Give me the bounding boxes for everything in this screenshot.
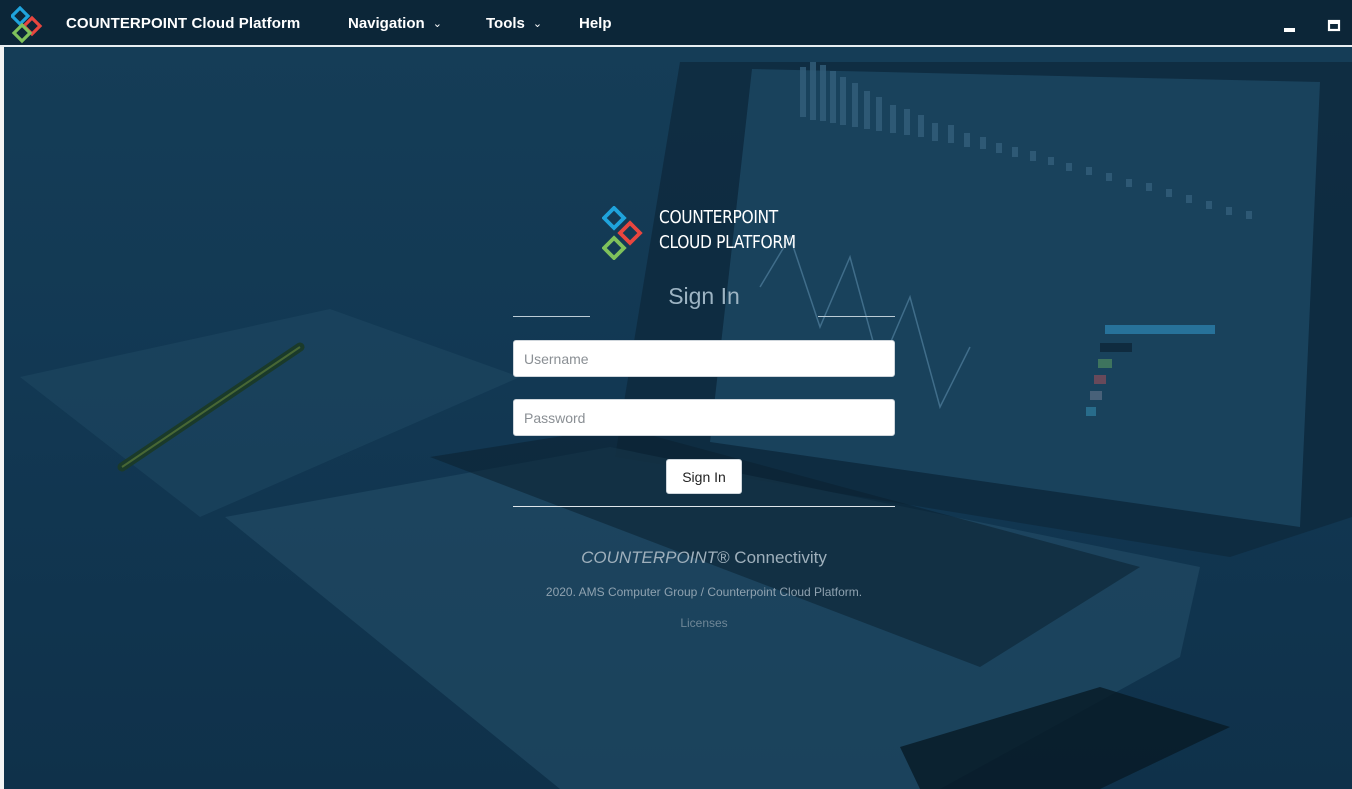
brand-line-1: COUNTERPOINT [659,207,778,228]
connectivity-tagline: COUNTERPOINT® Connectivity [463,548,945,568]
username-input[interactable] [513,340,895,377]
menu-tools[interactable]: Tools ⌄ [486,15,542,32]
brand-line-2: CLOUD PLATFORM [659,232,796,253]
connectivity-brand: COUNTERPOINT [581,548,718,567]
brand-wordmark: COUNTERPOINT CLOUD PLATFORM [659,205,796,255]
minimize-icon[interactable] [1281,16,1299,34]
divider-left [513,316,590,317]
licenses-link[interactable]: Licenses [603,616,805,630]
menu-tools-label: Tools [486,15,525,32]
menu-navigation[interactable]: Navigation ⌄ [348,15,442,32]
chevron-down-icon: ⌄ [432,18,442,30]
menu-help-label: Help [579,15,612,32]
menu-help[interactable]: Help [579,15,612,32]
title-bar: COUNTERPOINT Cloud Platform Navigation ⌄ … [0,0,1352,47]
counterpoint-logo-icon [602,206,643,260]
window-left-edge [0,47,4,789]
app-title: COUNTERPOINT Cloud Platform [66,15,301,32]
app-logo-icon [11,6,43,44]
divider-bottom [513,506,895,507]
connectivity-suffix: ® Connectivity [717,548,827,567]
password-input[interactable] [513,399,895,436]
signin-button[interactable]: Sign In [666,459,742,494]
divider-right [818,316,895,317]
maximize-icon[interactable] [1325,16,1343,34]
chevron-down-icon: ⌄ [532,18,543,30]
copyright-text: 2020. AMS Computer Group / Counterpoint … [545,585,863,599]
signin-heading: Sign In [668,283,740,309]
menu-navigation-label: Navigation [348,15,425,32]
